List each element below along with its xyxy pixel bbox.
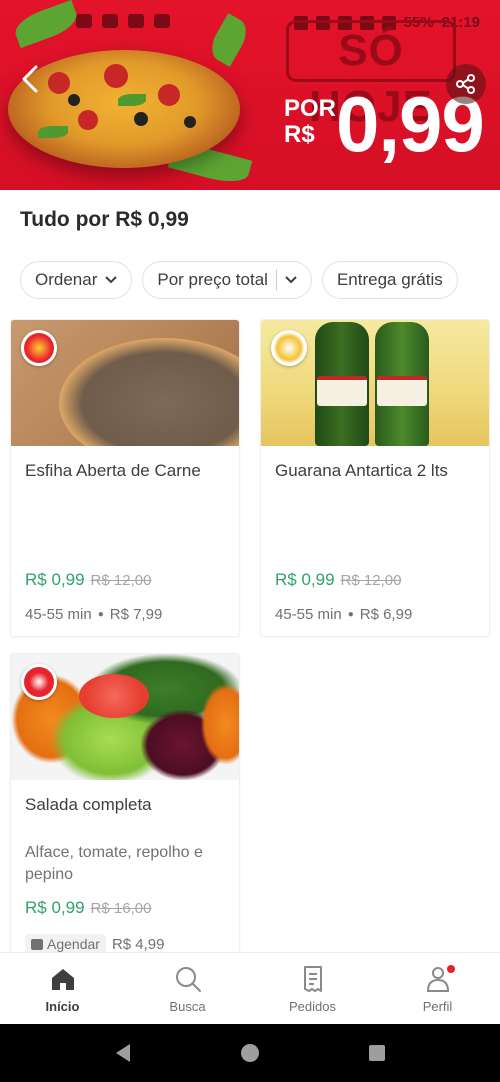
filter-label: Ordenar xyxy=(35,270,98,289)
share-button[interactable] xyxy=(446,64,486,104)
delivery-info: 45-55 min ● R$ 6,99 xyxy=(275,606,412,623)
price-row: R$ 0,99 R$ 12,00 xyxy=(275,570,401,590)
system-nav-bar xyxy=(0,1024,500,1082)
nav-label: Início xyxy=(45,999,80,1014)
product-image xyxy=(261,320,489,446)
product-name: Esfiha Aberta de Carne xyxy=(25,461,201,480)
product-old-price: R$ 16,00 xyxy=(90,900,152,917)
delivery-fee: R$ 4,99 xyxy=(111,935,165,953)
delivery-fee: R$ 7,99 xyxy=(109,606,163,623)
product-old-price: R$ 12,00 xyxy=(340,572,402,589)
restaurant-logo xyxy=(21,330,57,366)
product-card-salada[interactable]: Salada completa Alface, tomate, repolho … xyxy=(10,653,240,963)
chevron-down-icon xyxy=(285,276,297,284)
product-name: Guarana Antartica 2 lts xyxy=(275,461,448,480)
product-price: R$ 0,99 xyxy=(25,898,85,917)
chevron-down-icon xyxy=(105,276,118,284)
delivery-time: 45-55 min xyxy=(25,606,92,623)
bottom-nav: Início Busca Pedidos Perfil xyxy=(0,952,500,1024)
system-recents-icon[interactable] xyxy=(366,1042,388,1064)
notification-dot xyxy=(445,963,457,975)
chevron-left-icon xyxy=(22,65,38,93)
divider xyxy=(275,269,277,291)
nav-home[interactable]: Início xyxy=(0,953,125,1024)
separator-dot: ● xyxy=(347,609,354,620)
schedule-label: Agendar xyxy=(47,936,100,952)
product-card-esfiha[interactable]: Esfiha Aberta de Carne R$ 0,99 R$ 12,00 … xyxy=(10,319,240,637)
filter-total-price[interactable]: Por preço total xyxy=(142,261,312,299)
banner-price-prefix: POR R$ xyxy=(284,95,337,148)
nav-label: Busca xyxy=(169,999,206,1014)
orders-icon xyxy=(303,966,322,992)
filter-sort[interactable]: Ordenar xyxy=(20,261,133,299)
calendar-icon xyxy=(31,938,43,950)
nav-search[interactable]: Busca xyxy=(125,953,250,1024)
notification-icon xyxy=(128,14,144,28)
cloud-icon xyxy=(154,14,170,28)
nav-profile[interactable]: Perfil xyxy=(375,953,500,1024)
delivery-time: 45-55 min xyxy=(275,606,342,623)
back-button[interactable] xyxy=(20,64,56,100)
filter-bar: Ordenar Por preço total Entrega grátis xyxy=(20,261,500,301)
filter-free-delivery[interactable]: Entrega grátis xyxy=(321,261,458,299)
delivery-info: Agendar R$ 4,99 xyxy=(25,934,164,954)
system-back-icon[interactable] xyxy=(112,1042,134,1064)
system-home-icon[interactable] xyxy=(239,1042,261,1064)
separator-dot: ● xyxy=(97,609,104,620)
product-image xyxy=(11,654,239,780)
restaurant-logo xyxy=(21,664,57,700)
filter-label: Entrega grátis xyxy=(336,270,443,289)
product-description: Alface, tomate, repolho e pepino xyxy=(25,844,203,883)
restaurant-logo xyxy=(271,330,307,366)
share-icon xyxy=(456,74,475,94)
product-name: Salada completa xyxy=(25,795,152,814)
promo-banner: 55% 21:19 SÓ HOJE POR R$ 0,99 xyxy=(0,0,500,190)
product-price: R$ 0,99 xyxy=(275,570,335,589)
notification-icon xyxy=(76,14,92,28)
home-icon xyxy=(51,969,74,990)
page-title: Tudo por R$ 0,99 xyxy=(20,208,189,231)
product-old-price: R$ 12,00 xyxy=(90,572,152,589)
product-card-guarana[interactable]: Guarana Antartica 2 lts R$ 0,99 R$ 12,00… xyxy=(260,319,490,637)
price-row: R$ 0,99 R$ 12,00 xyxy=(25,570,151,590)
banner-headline: SÓ HOJE xyxy=(286,20,456,131)
price-row: R$ 0,99 R$ 16,00 xyxy=(25,898,151,918)
product-image xyxy=(11,320,239,446)
search-icon xyxy=(175,967,201,992)
filter-label: Por preço total xyxy=(157,270,268,289)
basil-leaf-decoration xyxy=(11,0,81,49)
screen: 55% 21:19 SÓ HOJE POR R$ 0,99 Tudo por R… xyxy=(0,0,500,1082)
nav-label: Perfil xyxy=(422,999,453,1014)
product-price: R$ 0,99 xyxy=(25,570,85,589)
nav-label: Pedidos xyxy=(289,999,336,1014)
delivery-fee: R$ 6,99 xyxy=(359,606,413,623)
delivery-info: 45-55 min ● R$ 7,99 xyxy=(25,606,162,623)
nav-orders[interactable]: Pedidos xyxy=(250,953,375,1024)
status-notification-icons xyxy=(76,14,170,28)
schedule-badge: Agendar xyxy=(25,934,106,954)
notification-icon xyxy=(102,14,118,28)
